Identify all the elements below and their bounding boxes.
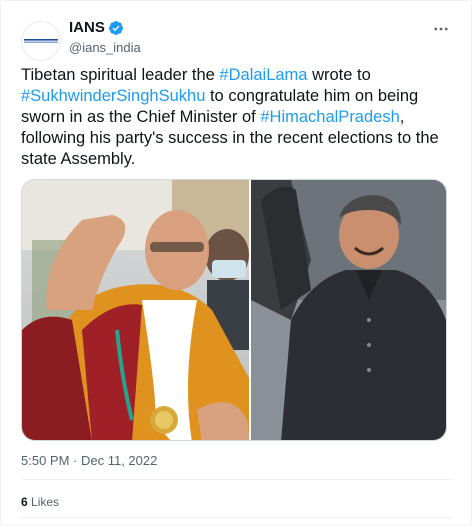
- likes-count: 6: [21, 495, 28, 509]
- hashtag-link[interactable]: #SukhwinderSinghSukhu: [21, 87, 205, 105]
- tweet-card: IANS @ians_india Tibetan spiritual leade…: [0, 0, 472, 526]
- hashtag-link[interactable]: #HimachalPradesh: [260, 108, 399, 126]
- sukhu-photo-image: [250, 180, 446, 440]
- display-name[interactable]: IANS: [69, 19, 105, 37]
- divider: [21, 517, 453, 518]
- more-horizontal-icon: [434, 27, 448, 31]
- likes-label: Likes: [31, 495, 60, 509]
- media-photo-dalai-lama[interactable]: [22, 180, 249, 440]
- author-handle[interactable]: @ians_india: [69, 39, 141, 57]
- tweet-text-segment: Tibetan spiritual leader the: [21, 66, 220, 84]
- hashtag-link[interactable]: #DalaiLama: [219, 66, 307, 84]
- dalai-lama-photo-image: [22, 180, 249, 440]
- tweet-text: Tibetan spiritual leader the #DalaiLama …: [21, 65, 453, 170]
- avatar[interactable]: [21, 21, 61, 61]
- media-photo-sukhu[interactable]: [248, 180, 446, 440]
- verified-badge-icon: [108, 21, 123, 35]
- more-options-button[interactable]: [429, 17, 453, 41]
- author-names: IANS @ians_india: [69, 19, 141, 57]
- ians-logo-icon: [23, 38, 59, 44]
- likes-stat[interactable]: 6 Likes: [21, 495, 59, 509]
- tweet-text-segment: wrote to: [307, 66, 371, 84]
- tweet-header: IANS @ians_india: [21, 15, 453, 61]
- tweet-timestamp[interactable]: 5:50 PM · Dec 11, 2022: [21, 453, 157, 468]
- divider: [21, 479, 453, 480]
- tweet-media[interactable]: [21, 179, 447, 441]
